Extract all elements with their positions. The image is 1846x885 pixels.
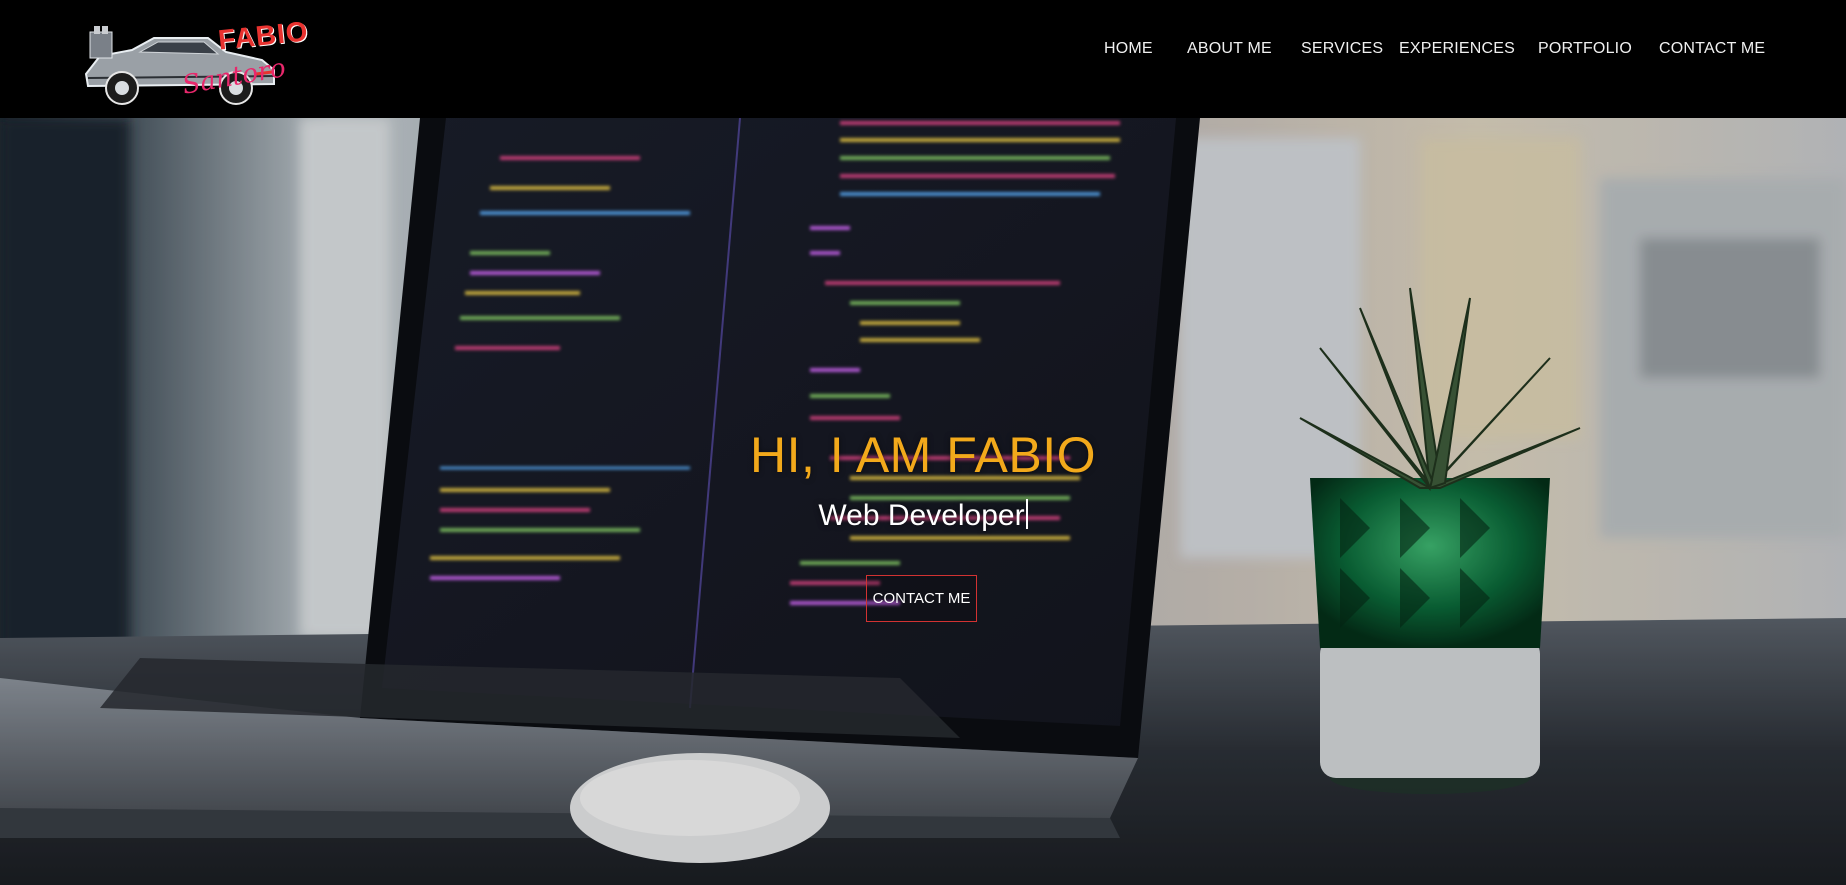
nav-item-about-me[interactable]: ABOUT ME — [1187, 40, 1272, 58]
nav-item-experiences[interactable]: EXPERIENCES — [1399, 40, 1515, 58]
site-logo[interactable]: FABIO Santoro — [80, 12, 310, 116]
nav-item-contact-me[interactable]: CONTACT ME — [1659, 40, 1765, 58]
nav-item-portfolio[interactable]: PORTFOLIO — [1538, 40, 1632, 58]
hero-section: HI, I AM FABIO Web Developer CONTACT ME — [0, 118, 1846, 885]
navbar: FABIO Santoro HOME ABOUT ME SERVICES EXP… — [0, 0, 1846, 118]
hero-title: HI, I AM FABIO — [750, 427, 1096, 483]
nav-item-services[interactable]: SERVICES — [1301, 40, 1383, 58]
contact-me-button[interactable]: CONTACT ME — [866, 575, 977, 622]
typing-cursor — [1025, 499, 1028, 529]
nav-item-home[interactable]: HOME — [1104, 40, 1153, 58]
hero-content: HI, I AM FABIO Web Developer CONTACT ME — [0, 118, 1846, 885]
hero-subtitle-text: Web Developer — [818, 499, 1025, 532]
hero-subtitle: Web Developer — [0, 499, 1846, 533]
